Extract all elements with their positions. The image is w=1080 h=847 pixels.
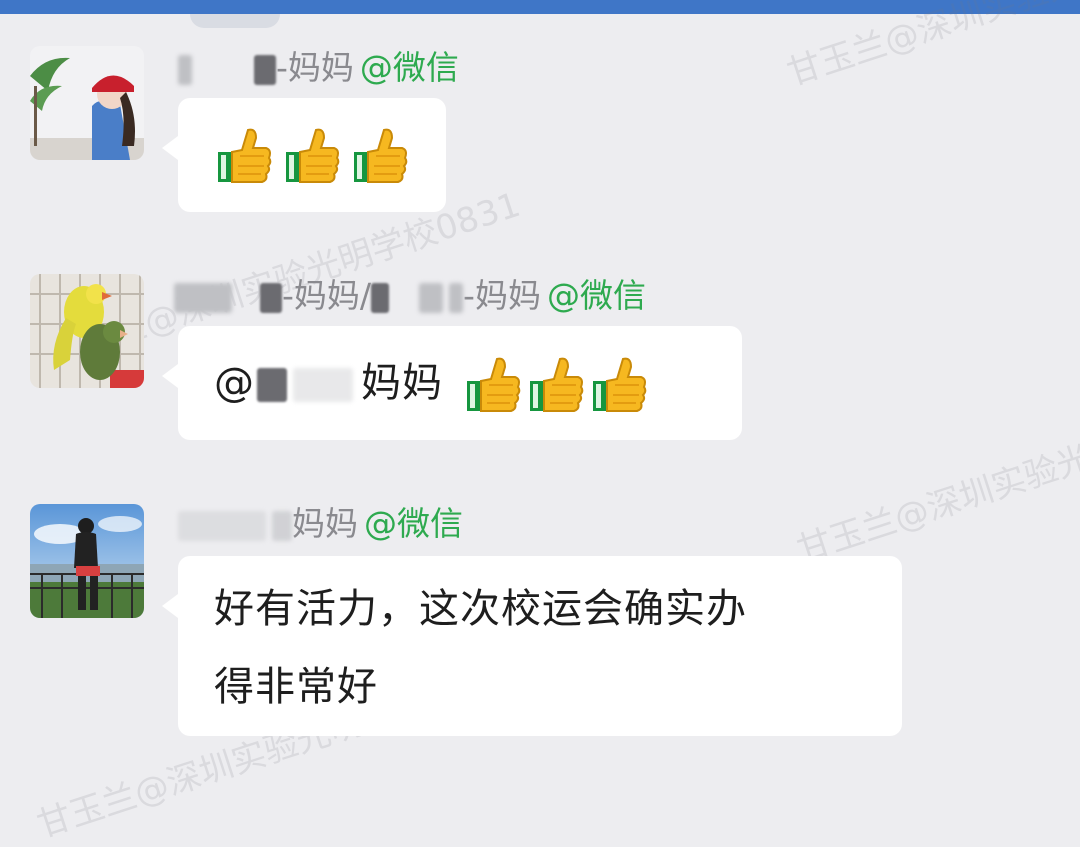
avatar[interactable] xyxy=(30,274,144,388)
redacted-name xyxy=(272,510,292,541)
thumbs-up-icon xyxy=(591,355,647,415)
thumbs-up-icon xyxy=(284,126,340,186)
redacted-name xyxy=(371,282,390,313)
avatar[interactable] xyxy=(30,46,144,160)
sender-name: 妈妈 @微信 xyxy=(178,504,463,544)
thumbs-up-icon xyxy=(216,126,272,186)
message-text-line: 得非常好 xyxy=(214,664,378,710)
message-bubble[interactable] xyxy=(162,98,446,212)
redacted-name xyxy=(419,282,444,313)
sender-name-suffix: -妈妈/ xyxy=(282,276,372,315)
redacted-name xyxy=(254,54,276,85)
mention-at: @ xyxy=(214,360,255,406)
sender-name-suffix: -妈妈 xyxy=(463,276,541,315)
avatar[interactable] xyxy=(30,504,144,618)
redacted-name xyxy=(293,368,353,402)
watermark: 甘玉兰@深圳实验光明学校0831 xyxy=(780,0,1080,95)
message-content xyxy=(178,98,446,186)
top-bar xyxy=(0,0,1080,14)
redacted-name xyxy=(257,368,287,402)
redacted-name xyxy=(178,54,192,85)
sender-name-suffix: -妈妈 xyxy=(276,48,354,87)
redacted-name xyxy=(260,282,282,313)
thumbs-up-icon xyxy=(528,355,584,415)
watermark: 甘玉兰@深圳实验光明学校0831 xyxy=(792,379,1080,571)
mention-suffix: 妈妈 xyxy=(361,360,443,406)
partial-avatar xyxy=(190,14,280,28)
app-tag: @微信 xyxy=(546,276,646,315)
redacted-name xyxy=(178,510,266,541)
message-bubble[interactable]: @ 妈妈 xyxy=(162,326,742,440)
message-content: @ 妈妈 xyxy=(178,326,742,422)
thumbs-up-icon xyxy=(352,126,408,186)
redacted-name xyxy=(449,282,464,313)
sender-name-suffix: 妈妈 xyxy=(292,504,358,543)
sender-name: -妈妈/ -妈妈 @微信 xyxy=(174,276,646,316)
message-bubble[interactable]: 好有活力，这次校运会确实办 得非常好 xyxy=(162,556,902,736)
redacted-name xyxy=(174,282,232,313)
app-tag: @微信 xyxy=(364,504,463,543)
message-text-line: 好有活力，这次校运会确实办 xyxy=(214,586,747,632)
message-content: 好有活力，这次校运会确实办 得非常好 xyxy=(178,556,902,726)
sender-name: -妈妈 @微信 xyxy=(178,48,459,88)
app-tag: @微信 xyxy=(359,48,459,87)
thumbs-up-icon xyxy=(465,355,521,415)
